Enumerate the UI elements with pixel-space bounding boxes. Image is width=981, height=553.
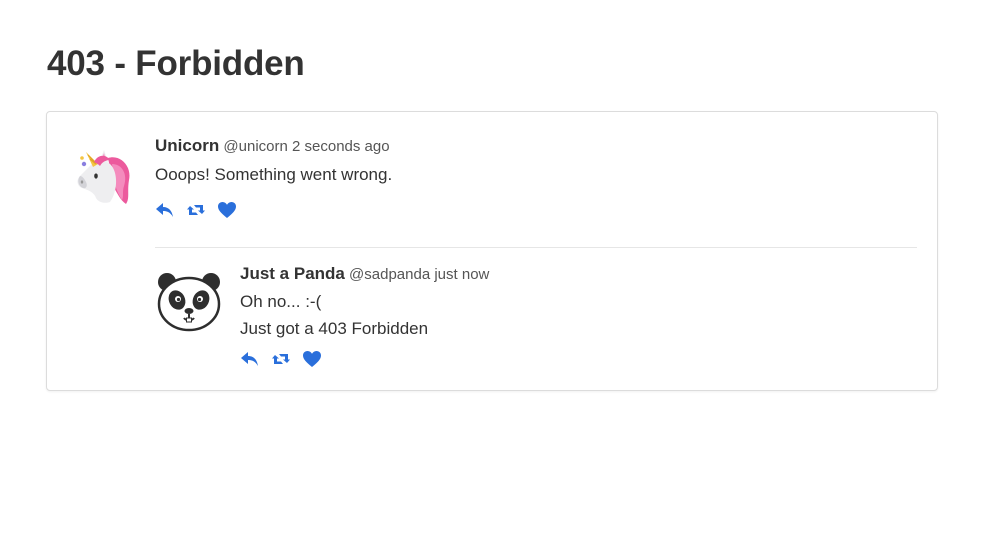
reply-icon <box>156 203 173 217</box>
reply-button[interactable] <box>240 350 260 368</box>
reply-text-line-2: Just got a 403 Forbidden <box>240 319 429 338</box>
retweet-icon <box>272 354 290 364</box>
tweet-text: Ooops! Something went wrong. <box>155 165 393 184</box>
retweet-button[interactable] <box>271 350 291 368</box>
reply-header: Just a Panda @sadpanda just now <box>240 264 489 285</box>
like-button[interactable] <box>302 350 322 368</box>
reply-author-name[interactable]: Just a Panda <box>240 264 345 283</box>
reply-divider <box>155 247 917 248</box>
page-title: 403 - Forbidden <box>47 44 305 83</box>
like-button[interactable] <box>217 201 237 219</box>
reply-actions <box>240 350 333 368</box>
tweet-card: Unicorn @unicorn 2 seconds ago Ooops! So… <box>46 111 938 391</box>
tweet-author-name[interactable]: Unicorn <box>155 136 219 155</box>
reply-author-handle[interactable]: @sadpanda <box>349 266 430 283</box>
panda-icon <box>157 273 221 332</box>
tweet-author-handle[interactable]: @unicorn <box>223 138 287 155</box>
reply-timestamp[interactable]: just now <box>434 266 489 283</box>
reply-button[interactable] <box>155 201 175 219</box>
heart-icon <box>218 202 236 218</box>
heart-icon <box>303 351 321 367</box>
reply-icon <box>241 352 258 366</box>
unicorn-icon <box>77 150 130 204</box>
retweet-icon <box>187 205 205 215</box>
reply-text-line-1: Oh no... :-( <box>240 292 322 311</box>
tweet-header: Unicorn @unicorn 2 seconds ago <box>155 136 390 157</box>
retweet-button[interactable] <box>186 201 206 219</box>
tweet-timestamp[interactable]: 2 seconds ago <box>292 138 390 155</box>
tweet-actions <box>155 201 248 219</box>
